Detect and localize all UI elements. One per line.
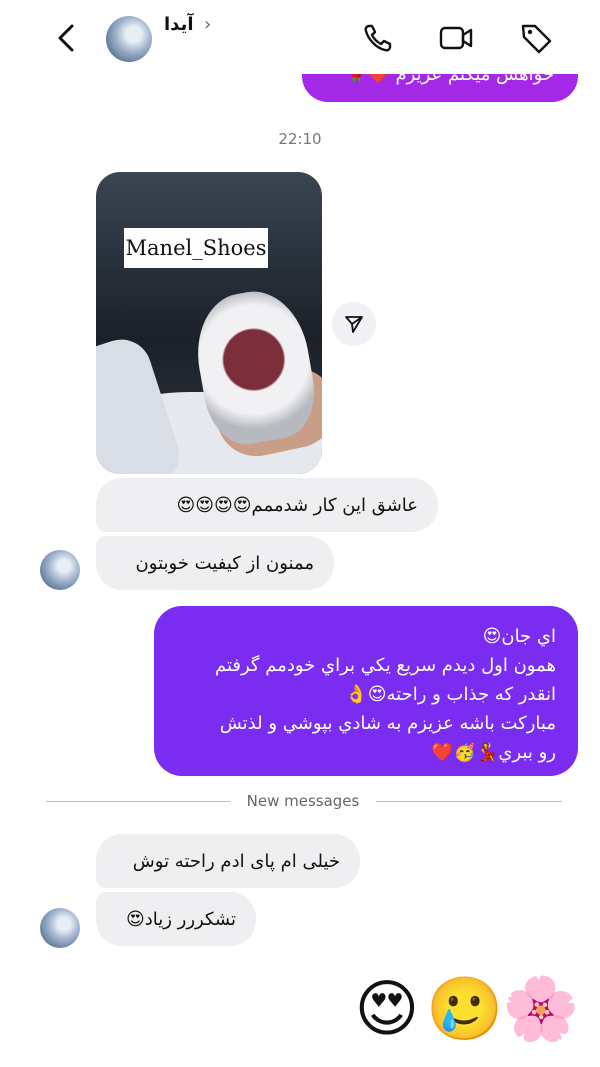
contact-avatar[interactable] (106, 16, 152, 62)
sent-message-line: مبارکت باشه عزيزم به شادي بپوشي و لذتش (219, 713, 556, 734)
new-messages-divider: New messages (46, 792, 562, 812)
sender-avatar[interactable] (40, 550, 80, 590)
received-message-bubble[interactable]: خیلی ام پای ادم راحته توش (96, 834, 360, 888)
sender-avatar[interactable] (40, 908, 80, 948)
contact-status: ه (120, 46, 126, 59)
smiling-tear-emoji[interactable]: 🥲 (426, 972, 503, 1046)
photo-caption: Manel_Shoes (124, 228, 268, 268)
share-button[interactable] (332, 302, 376, 346)
sent-message-line: اي جان😍 (482, 626, 556, 647)
cherry-blossom-emoji[interactable]: 🌸 (502, 972, 579, 1046)
sent-message-line: رو ببري💃🥳❤️ (431, 742, 556, 763)
sent-message-line: همون اول ديدم سريع يکي براي خودمم گرفتم (214, 655, 556, 676)
sent-message-bubble[interactable]: اي جان😍 همون اول ديدم سريع يکي براي خودم… (154, 606, 578, 776)
sent-message-line: انقدر که جذاب و راحته😍👌 (345, 684, 556, 705)
heart-eyes-emoji[interactable]: 😍 (350, 972, 424, 1046)
received-message-bubble[interactable]: عاشق این کار شدممم😍😍😍😍 (96, 478, 438, 532)
phone-icon[interactable] (360, 20, 396, 56)
received-message-bubble[interactable]: ممنون از کیفیت خوبتون (96, 536, 334, 590)
send-icon (345, 316, 363, 333)
shared-photo[interactable]: Manel_Shoes (96, 172, 322, 474)
divider-line (46, 801, 230, 802)
message-timestamp: 22:10 (278, 130, 322, 148)
new-messages-label: New messages (246, 792, 360, 810)
chevron-right-icon[interactable]: › (204, 14, 211, 35)
divider-line (376, 801, 562, 802)
back-arrow-icon[interactable] (52, 20, 82, 56)
received-message-bubble[interactable]: تشکررر زیاد😍 (96, 892, 256, 946)
tag-icon[interactable] (518, 20, 554, 56)
contact-name[interactable]: آیدا (164, 14, 194, 35)
chat-header: آیدا › ه (0, 0, 600, 74)
video-icon[interactable] (438, 20, 474, 56)
